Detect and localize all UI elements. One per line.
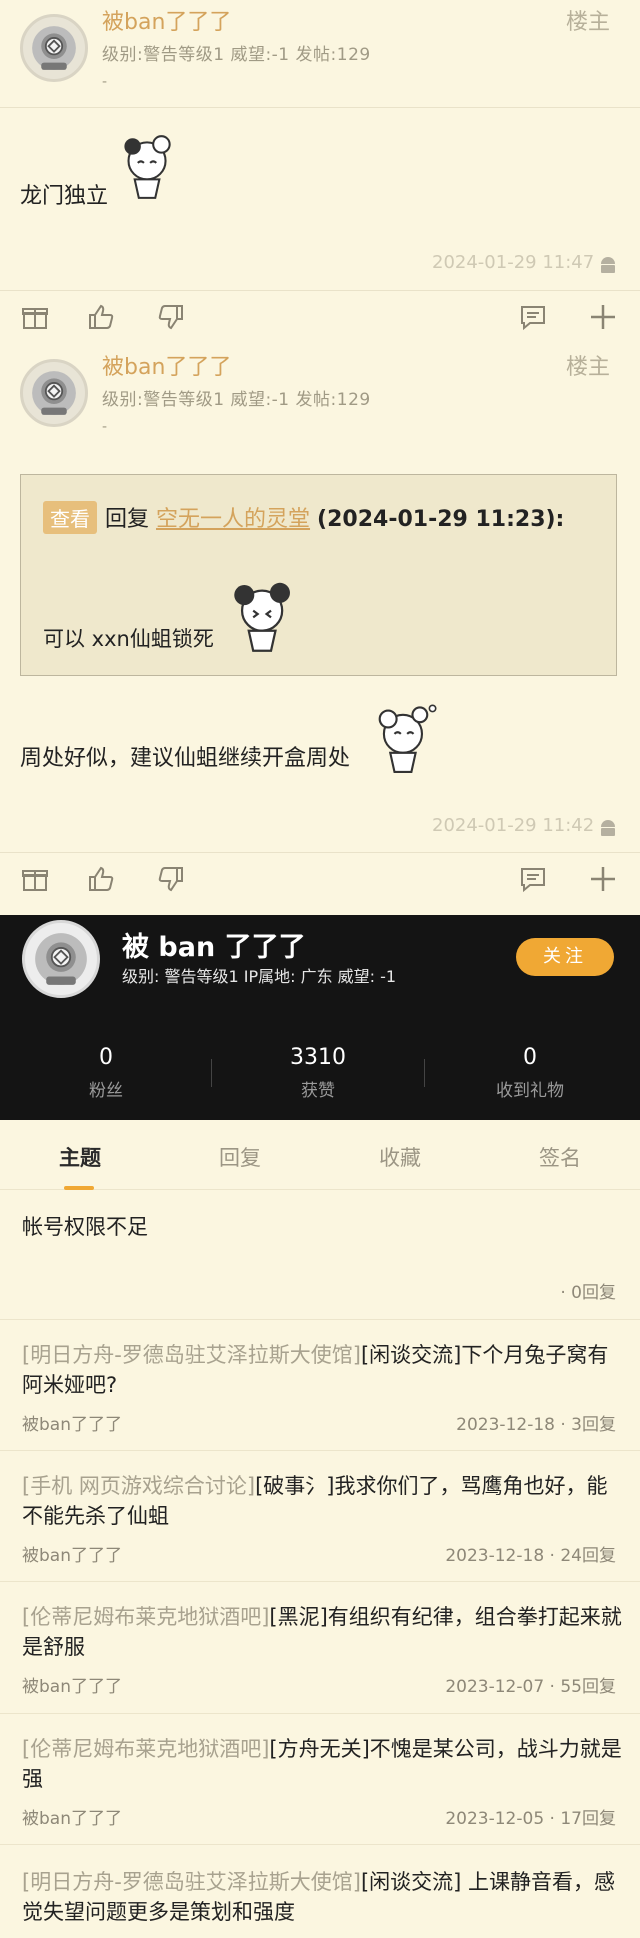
diving-helmet-avatar-icon	[32, 26, 76, 70]
topic-item[interactable]: [明日方舟-罗德岛驻艾泽拉斯大使馆][闲谈交流]下个月兔子窝有阿米娅吧? 被ba…	[0, 1320, 640, 1451]
profile-meta: 级别: 警告等级1 IP属地: 广东 威望: -1	[122, 967, 397, 986]
thumbs-up-icon[interactable]	[86, 864, 116, 894]
topic-title: [手机 网页游戏综合讨论][破事氵]我求你们了，骂鹰角也好，能不能先杀了仙蛆	[22, 1471, 622, 1531]
topic-title: [伦蒂尼姆布莱克地狱酒吧][黑泥]有组织有纪律，组合拳打起来就是舒服	[22, 1602, 622, 1662]
stat-divider	[424, 1059, 425, 1087]
tab-signature[interactable]: 签名	[480, 1142, 640, 1172]
quoted-time: (2024-01-29 11:23):	[317, 507, 565, 532]
post-time: 2024-01-29 11:47	[432, 252, 595, 273]
thumbs-down-icon[interactable]	[156, 302, 186, 332]
topic-title: [伦蒂尼姆布莱克地狱酒吧][方舟无关]不愧是某公司，战斗力就是强	[22, 1734, 622, 1794]
topic-date-replies: 2023-12-07 · 55回复	[445, 1672, 616, 1697]
topic-date: 2023-12-05	[445, 1809, 545, 1829]
quoted-text: 可以 xxn仙蛆锁死	[43, 627, 214, 651]
stat-label: 粉丝	[89, 1081, 123, 1101]
diving-helmet-avatar-icon	[32, 371, 76, 415]
anime-sticker-icon	[378, 704, 437, 773]
divider	[0, 852, 640, 853]
stat-label: 获赞	[301, 1081, 335, 1101]
stat-number: 3310	[290, 1045, 346, 1070]
quote-block: 查看 回复 空无一人的灵堂 (2024-01-29 11:23): 可以 xxn…	[20, 474, 617, 676]
gift-icon[interactable]	[20, 864, 50, 894]
diving-helmet-avatar-icon	[35, 933, 87, 985]
user-meta: 级别:警告等级1 威望:-1 发帖:129	[102, 390, 371, 410]
stat-likes[interactable]: 3310 获赞	[218, 1045, 418, 1101]
follow-button[interactable]: 关注	[516, 938, 614, 976]
profile-name: 被 ban 了了了	[122, 932, 306, 963]
quoted-user-link[interactable]: 空无一人的灵堂	[156, 507, 310, 532]
topic-item[interactable]: [伦蒂尼姆布莱克地狱酒吧][方舟无关]不愧是某公司，战斗力就是强 被ban了了了…	[0, 1714, 640, 1845]
topic-item[interactable]: [伦蒂尼姆布莱克地狱酒吧][黑泥]有组织有纪律，组合拳打起来就是舒服 被ban了…	[0, 1582, 640, 1714]
post-content: 龙门独立	[20, 184, 109, 209]
avatar[interactable]	[20, 359, 88, 427]
view-quote-button[interactable]: 查看	[43, 501, 97, 534]
topic-forum[interactable]: [伦蒂尼姆布莱克地狱酒吧]	[22, 1737, 269, 1761]
topic-title: [明日方舟-罗德岛驻艾泽拉斯大使馆][闲谈交流] 上课静音看，感觉失望问题更多是…	[22, 1867, 622, 1927]
topic-date-replies: 2023-12-18 · 3回复	[456, 1410, 616, 1435]
topic-author: 被ban了了了	[22, 1546, 122, 1566]
topic-replies: · 17回复	[549, 1809, 616, 1829]
quote-header: 回复 空无一人的灵堂 (2024-01-29 11:23):	[105, 501, 564, 533]
topic-date: 2023-12-18	[445, 1546, 545, 1566]
stat-label: 收到礼物	[496, 1081, 564, 1101]
plus-icon[interactable]	[588, 302, 618, 332]
user-meta: 级别:警告等级1 威望:-1 发帖:129	[102, 45, 371, 65]
topic-replies: · 3回复	[560, 1415, 616, 1435]
divider	[0, 107, 640, 108]
username[interactable]: 被ban了了了	[102, 349, 231, 381]
user-signature: -	[102, 74, 108, 90]
anime-sticker-icon	[234, 582, 290, 652]
stat-number: 0	[99, 1045, 113, 1070]
topic-item[interactable]: [明日方舟-罗德岛驻艾泽拉斯大使馆][闲谈交流] 上课静音看，感觉失望问题更多是…	[0, 1845, 640, 1938]
stat-fans[interactable]: 0 粉丝	[6, 1045, 206, 1101]
anime-sticker-icon	[124, 135, 171, 199]
topic-replies: · 24回复	[549, 1546, 616, 1566]
post-time: 2024-01-29 11:42	[432, 815, 595, 836]
floor-label: 楼主	[566, 355, 611, 380]
topic-date-replies: 2023-12-18 · 24回复	[445, 1541, 616, 1566]
topic-replies: · 55回复	[549, 1677, 616, 1697]
post-content: 周处好似，建议仙蛆继续开盒周处	[20, 746, 351, 771]
tab-topics[interactable]: 主题	[0, 1142, 160, 1172]
comment-icon[interactable]	[518, 302, 548, 332]
topic-forum[interactable]: [手机 网页游戏综合讨论]	[22, 1474, 255, 1498]
android-icon	[601, 257, 615, 273]
topic-title: 帐号权限不足	[22, 1215, 148, 1239]
topic-date: 2023-12-07	[445, 1677, 545, 1697]
divider	[0, 290, 640, 291]
post-1: 被ban了了了 级别:警告等级1 威望:-1 发帖:129 - 楼主 龙门独立 …	[0, 0, 640, 332]
floor-label: 楼主	[566, 10, 611, 35]
profile-tabs: 主题 回复 收藏 签名	[0, 1120, 640, 1190]
topic-item[interactable]: 帐号权限不足 · 0回复	[0, 1190, 640, 1320]
gift-icon[interactable]	[20, 302, 50, 332]
topic-forum[interactable]: [明日方舟-罗德岛驻艾泽拉斯大使馆]	[22, 1343, 361, 1367]
tab-replies[interactable]: 回复	[160, 1142, 320, 1172]
comment-icon[interactable]	[518, 864, 548, 894]
profile-avatar[interactable]	[22, 920, 100, 998]
username[interactable]: 被ban了了了	[102, 4, 231, 36]
topic-date-replies: 2023-12-05 · 17回复	[445, 1804, 616, 1829]
thumbs-up-icon[interactable]	[86, 302, 116, 332]
topic-author: 被ban了了了	[22, 1415, 122, 1435]
user-signature: -	[102, 419, 108, 435]
thumbs-down-icon[interactable]	[156, 864, 186, 894]
stat-divider	[211, 1059, 212, 1087]
topic-date: 2023-12-18	[456, 1415, 555, 1435]
avatar[interactable]	[20, 14, 88, 82]
topic-replies: · 0回复	[560, 1283, 616, 1303]
topic-title: [明日方舟-罗德岛驻艾泽拉斯大使馆][闲谈交流]下个月兔子窝有阿米娅吧?	[22, 1340, 622, 1400]
topic-forum[interactable]: [伦蒂尼姆布莱克地狱酒吧]	[22, 1605, 269, 1629]
android-icon	[601, 820, 615, 836]
topic-forum[interactable]: [明日方舟-罗德岛驻艾泽拉斯大使馆]	[22, 1870, 361, 1894]
topic-author: 被ban了了了	[22, 1809, 122, 1829]
stat-number: 0	[523, 1045, 537, 1070]
stat-gifts[interactable]: 0 收到礼物	[430, 1045, 630, 1101]
topic-author: 被ban了了了	[22, 1677, 122, 1697]
tab-favorites[interactable]: 收藏	[320, 1142, 480, 1172]
profile-header: 被 ban 了了了 级别: 警告等级1 IP属地: 广东 威望: -1 关注 0…	[0, 915, 640, 1120]
reply-prefix: 回复	[105, 507, 150, 532]
plus-icon[interactable]	[588, 864, 618, 894]
topic-item[interactable]: [手机 网页游戏综合讨论][破事氵]我求你们了，骂鹰角也好，能不能先杀了仙蛆 被…	[0, 1451, 640, 1582]
